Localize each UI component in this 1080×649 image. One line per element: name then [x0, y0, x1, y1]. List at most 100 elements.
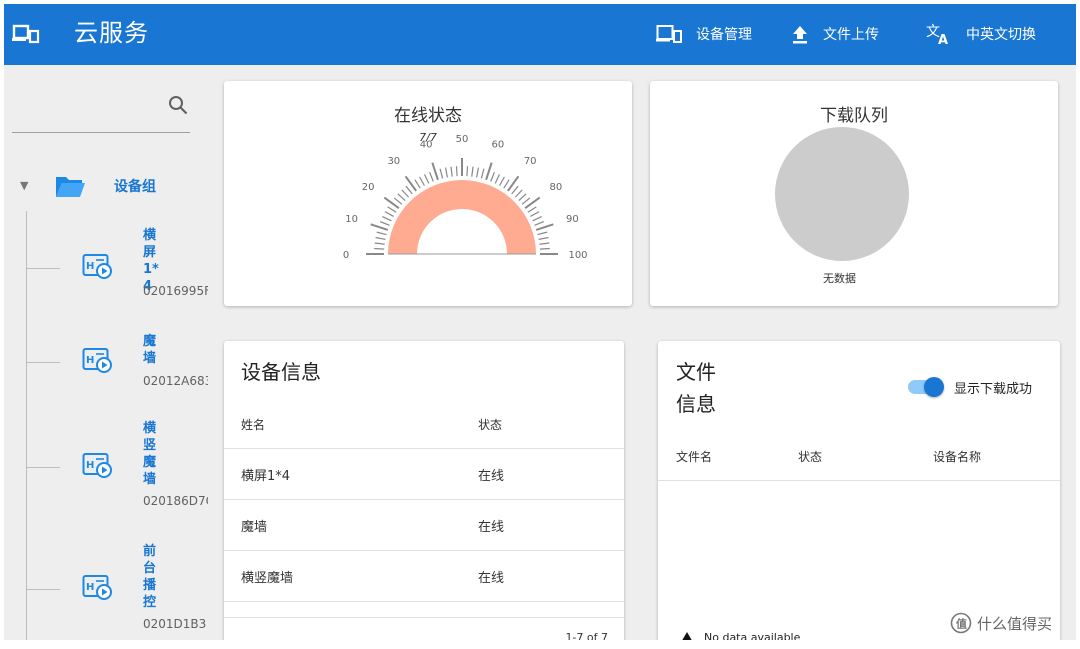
show-download-success-label: 显示下载成功: [954, 382, 1033, 397]
gauge-minor-tick: [393, 197, 403, 205]
app-title: 云服务: [74, 19, 149, 47]
device-manage-icon: [656, 25, 682, 43]
device-name-cell: 横竖魔墙: [241, 571, 294, 586]
gauge-minor-tick: [376, 231, 387, 236]
column-header-name[interactable]: 姓名: [241, 416, 265, 433]
gauge-minor-tick: [476, 167, 480, 178]
online-ratio-label: 7/7: [419, 131, 437, 144]
language-switch-label: 中英文切换: [966, 27, 1036, 43]
table-row[interactable]: 横竖魔墙 在线: [224, 550, 624, 601]
device-status-cell: 在线: [478, 571, 505, 586]
watermark-text: 什么值得买: [977, 614, 1053, 633]
gauge-tick-label: 90: [566, 214, 579, 225]
tree-group-node[interactable]: ▼ 设备组: [18, 171, 208, 201]
download-queue-card: 下载队列 无数据: [650, 81, 1058, 306]
gauge-tick-label: 30: [387, 156, 400, 167]
search-icon[interactable]: [168, 95, 188, 115]
device-status-cell: 在线: [478, 469, 505, 484]
column-header-filename[interactable]: 文件名: [676, 448, 712, 465]
gauge-minor-tick: [387, 206, 397, 213]
search-field[interactable]: [12, 85, 190, 133]
gauge-minor-tick: [374, 247, 385, 250]
file-info-title: 文件信息: [676, 360, 716, 416]
language-switch-button[interactable]: 文 A 中英文切换: [926, 18, 1036, 50]
gauge-major-tick: [370, 223, 389, 231]
media-player-icon: H: [82, 575, 112, 600]
online-gauge: 0102030405060708090100100 %: [343, 134, 588, 261]
gauge-minor-tick: [494, 174, 501, 184]
gauge-minor-tick: [480, 168, 485, 179]
warning-icon: [682, 631, 692, 640]
watermark-logo-icon: 值: [950, 612, 972, 634]
gauge-major-tick: [485, 162, 493, 181]
svg-text:H: H: [86, 582, 94, 593]
column-header-device-name[interactable]: 设备名称: [933, 448, 981, 465]
tree-device-item[interactable]: H 魔墙 02012A683: [26, 333, 208, 393]
download-queue-empty-label: 无数据: [823, 272, 856, 285]
gauge-minor-tick: [405, 185, 413, 195]
column-header-status[interactable]: 状态: [798, 448, 822, 465]
gauge-minor-tick: [444, 167, 448, 178]
upload-label: 文件上传: [823, 27, 879, 43]
file-info-card: 文件信息 显示下载成功 文件名 状态 设备名称 No data availabl…: [658, 341, 1060, 640]
svg-text:H: H: [86, 460, 94, 471]
screenshot-frame: 云服务 设备管理 文件上传 文 A 中英文切换 ▼ 设备组 H 横屏1*4 02…: [0, 0, 1080, 649]
pagination-label: 1-7 of 7: [565, 631, 608, 640]
svg-text:值: 值: [956, 617, 967, 631]
gauge-major-tick: [404, 175, 417, 192]
gauge-minor-tick: [401, 189, 410, 198]
gauge-minor-tick: [397, 193, 406, 202]
empty-state: No data available: [680, 631, 800, 640]
gauge-minor-tick: [534, 221, 545, 226]
device-manage-button[interactable]: 设备管理: [656, 18, 752, 50]
gauge-minor-tick: [521, 197, 531, 205]
gauge-minor-tick: [539, 242, 550, 245]
tree-branch-line: [26, 268, 60, 269]
svg-text:A: A: [938, 33, 948, 46]
media-player-icon: H: [82, 348, 112, 373]
tree-device-item[interactable]: H 前台播控 0201D1B3: [26, 543, 208, 638]
gauge-minor-tick: [466, 166, 469, 177]
gauge-minor-tick: [379, 221, 390, 226]
gauge-major-tick: [507, 175, 520, 192]
table-row: [224, 601, 624, 621]
column-header-status[interactable]: 状态: [478, 416, 502, 433]
svg-text:H: H: [86, 261, 94, 272]
folder-open-icon: [56, 177, 85, 197]
show-download-success-toggle[interactable]: [908, 377, 944, 397]
empty-pie-slice: [775, 127, 909, 261]
gauge-tick-label: 70: [524, 156, 537, 167]
gauge-minor-tick: [471, 166, 474, 177]
tree-branch-line: [26, 362, 60, 363]
device-id: 020186D7C: [143, 494, 208, 508]
gauge-minor-tick: [514, 189, 523, 198]
device-id: 02012A683: [143, 374, 208, 388]
gauge-minor-tick: [382, 215, 392, 222]
gauge-major-tick: [524, 196, 541, 209]
gauge-percent-label: 100 %: [429, 233, 494, 255]
tree-device-item[interactable]: H 横屏1*4 02016995F: [26, 227, 208, 307]
media-player-icon: H: [82, 453, 112, 478]
table-header-divider: [658, 480, 1060, 481]
app-window: 云服务 设备管理 文件上传 文 A 中英文切换 ▼ 设备组 H 横屏1*4 02…: [4, 4, 1076, 640]
gauge-major-tick: [383, 196, 400, 209]
table-row[interactable]: 魔墙 在线: [224, 499, 624, 550]
tree-group-label: 设备组: [114, 179, 156, 195]
gauge-minor-tick: [455, 166, 458, 177]
upload-button[interactable]: 文件上传: [791, 18, 879, 50]
gauge-minor-tick: [429, 171, 434, 182]
device-info-card: 设备信息 姓名 状态 横屏1*4 在线 魔墙 在线 横竖魔墙 在线 1-7 of…: [224, 341, 624, 640]
gauge-minor-tick: [532, 215, 542, 222]
gauge-minor-tick: [419, 176, 425, 186]
tree-device-item[interactable]: H 横竖魔墙 020186D7C: [26, 420, 208, 515]
devices-icon[interactable]: [12, 23, 40, 45]
upload-icon: [793, 26, 807, 44]
device-name: 魔墙: [143, 334, 157, 366]
table-row[interactable]: 横屏1*4 在线: [224, 448, 624, 499]
gauge-tick-label: 20: [362, 182, 375, 193]
device-info-title: 设备信息: [241, 360, 321, 384]
device-id: 02016995F: [143, 284, 208, 298]
caret-down-icon[interactable]: ▼: [20, 179, 28, 192]
empty-state-text: No data available: [704, 631, 801, 640]
gauge-minor-tick: [450, 166, 453, 177]
